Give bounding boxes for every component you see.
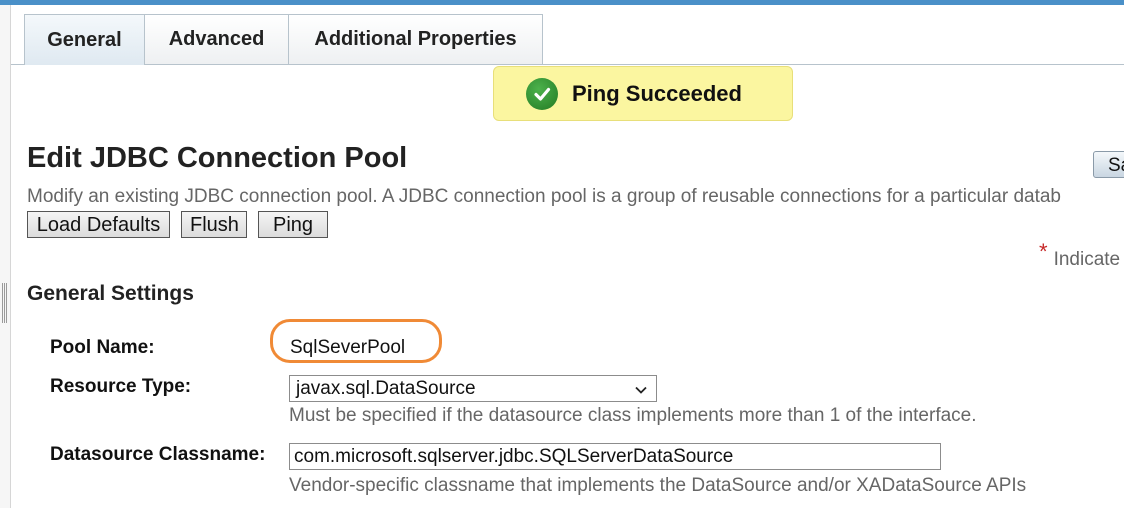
- ping-success-banner: Ping Succeeded: [493, 66, 793, 121]
- required-asterisk-icon: *: [1039, 239, 1048, 264]
- datasource-classname-input[interactable]: [289, 443, 941, 470]
- pool-name-value: SqlSeverPool: [290, 337, 406, 358]
- page-description: Modify an existing JDBC connection pool.…: [27, 186, 1061, 207]
- left-frame-gutter: [0, 5, 11, 508]
- tab-additional-properties[interactable]: Additional Properties: [288, 14, 543, 64]
- ping-button[interactable]: Ping: [258, 211, 328, 238]
- tab-advanced[interactable]: Advanced: [144, 14, 289, 64]
- page-title: Edit JDBC Connection Pool: [27, 142, 408, 174]
- save-button[interactable]: Sa: [1093, 151, 1124, 178]
- ping-status-text: Ping Succeeded: [572, 80, 742, 106]
- required-indicator-text: Indicate: [1053, 249, 1121, 270]
- check-circle-icon: [526, 77, 558, 110]
- tab-general[interactable]: General: [24, 14, 145, 65]
- flush-button[interactable]: Flush: [181, 211, 247, 238]
- pool-name-label: Pool Name:: [50, 337, 155, 358]
- resource-type-selected-value: javax.sql.DataSource: [296, 378, 476, 399]
- load-defaults-button[interactable]: Load Defaults: [27, 211, 170, 238]
- tab-bar: General Advanced Additional Properties: [11, 5, 1124, 65]
- resource-type-help: Must be specified if the datasource clas…: [289, 405, 977, 426]
- resource-type-label: Resource Type:: [50, 376, 192, 397]
- required-indicator: * Indicate: [1039, 239, 1121, 271]
- datasource-classname-help: Vendor-specific classname that implement…: [289, 475, 1027, 496]
- resource-type-select[interactable]: javax.sql.DataSource: [289, 375, 657, 402]
- datasource-classname-label: Datasource Classname:: [50, 444, 266, 465]
- chevron-down-icon: [634, 381, 648, 403]
- section-title-general-settings: General Settings: [27, 282, 194, 305]
- splitter-grip-icon[interactable]: [2, 283, 8, 323]
